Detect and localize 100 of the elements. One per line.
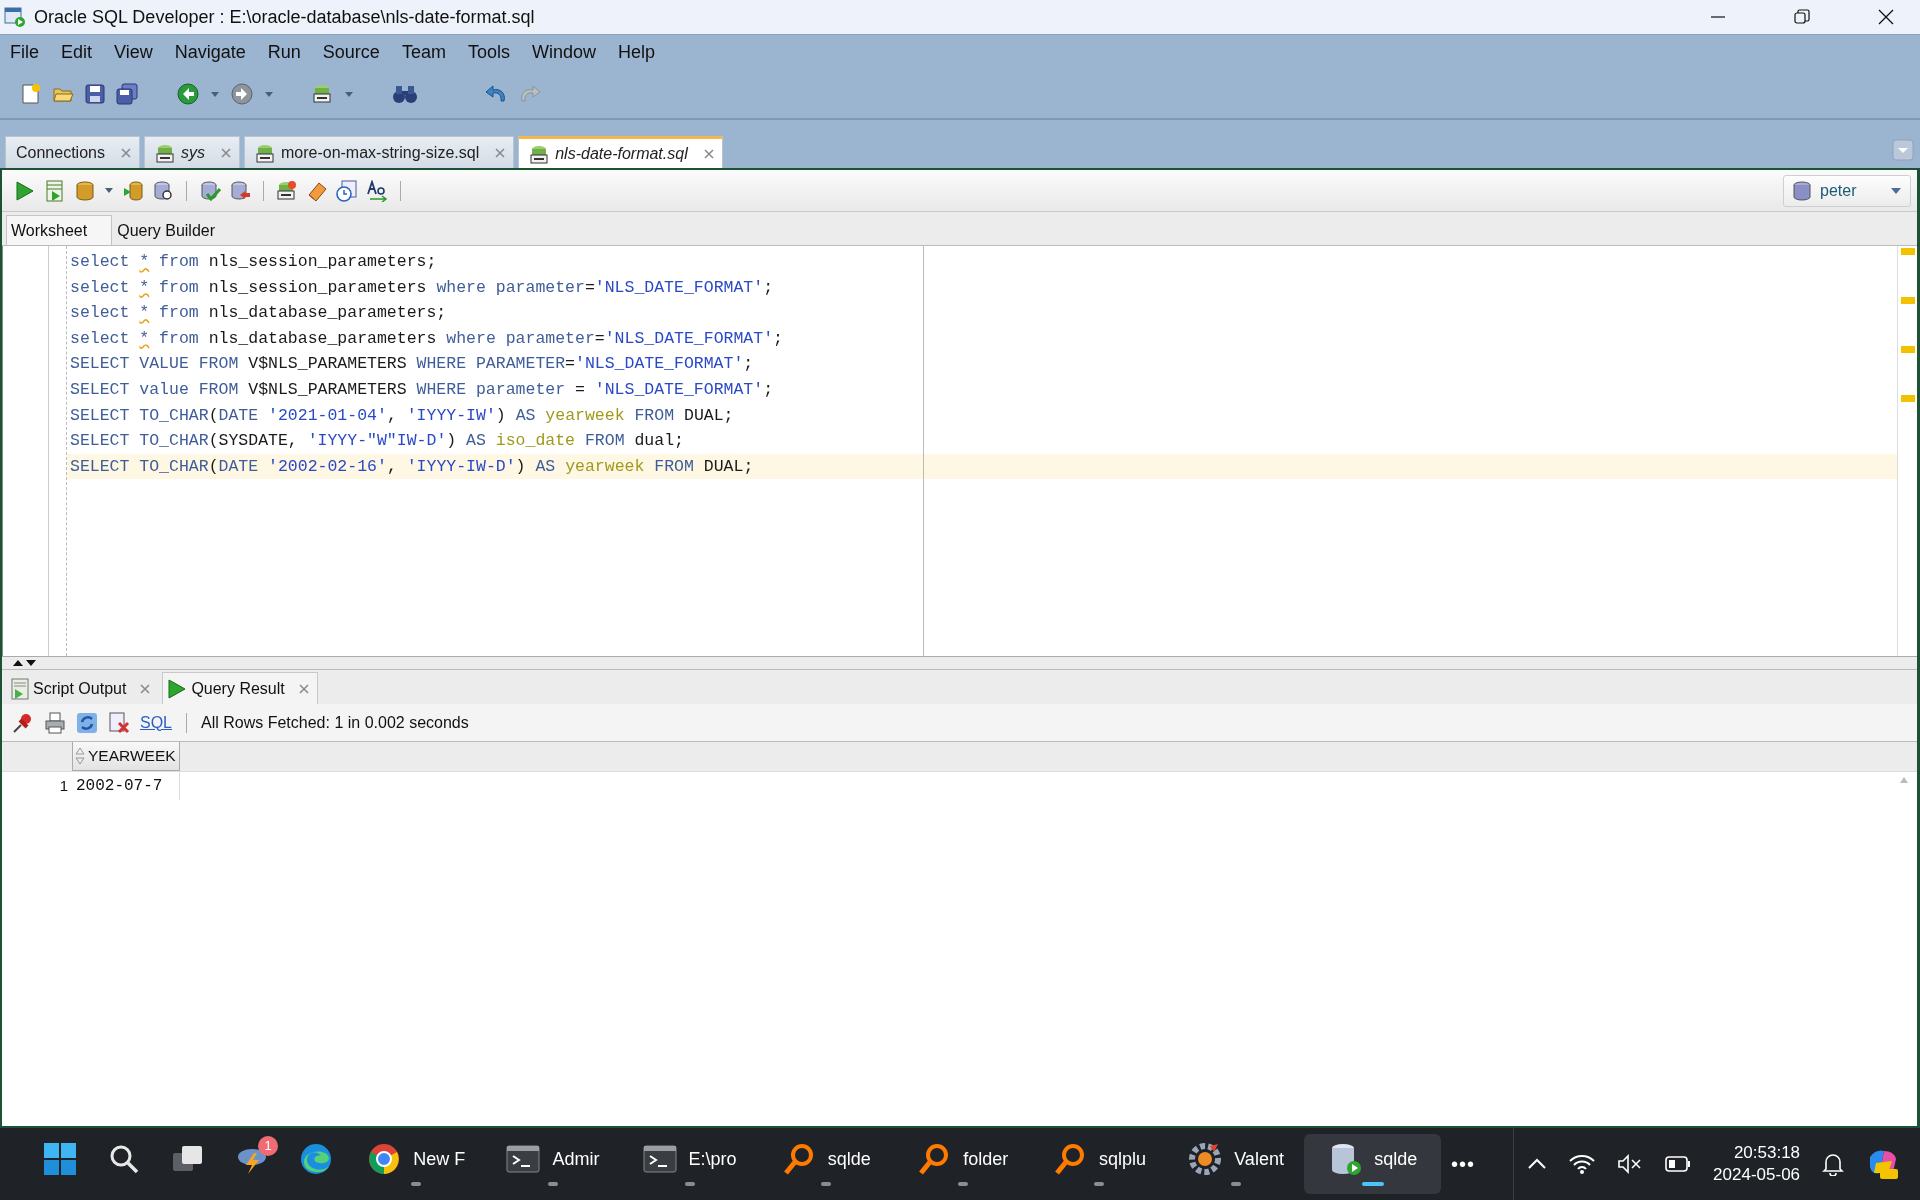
print-icon[interactable] [44, 711, 66, 734]
caret-icon[interactable] [344, 90, 354, 98]
refresh-icon[interactable] [76, 711, 98, 734]
window-title: Oracle SQL Developer : E:\oracle-database\nls-date-format.sql [34, 5, 535, 29]
sql-database-icon[interactable] [312, 83, 334, 105]
notification-badge: 1 [258, 1136, 278, 1156]
sql-link[interactable]: SQL [140, 710, 172, 735]
magnifier-icon[interactable] [1052, 1142, 1087, 1176]
caret-icon[interactable] [104, 187, 114, 194]
gear-icon[interactable] [1188, 1142, 1223, 1176]
database-icon[interactable] [74, 179, 96, 202]
document-tab[interactable]: nls-date-format.sql [518, 136, 723, 168]
battery-icon[interactable] [1665, 1155, 1692, 1173]
menu-item[interactable]: Window [531, 39, 596, 66]
output-tab[interactable]: Query Result [162, 672, 318, 704]
sort-icon [75, 747, 85, 765]
taskbar-app-label: sqlplu [1098, 1147, 1146, 1171]
bell-icon[interactable] [1822, 1152, 1845, 1176]
menu-item[interactable]: Tools [467, 39, 510, 66]
code-line: SELECT TO_CHAR(SYSDATE, 'IYYY-"W"IW-D') AS iso_date FROM dual; [69, 430, 685, 453]
menu-item[interactable]: File [10, 39, 39, 66]
terminal-icon[interactable] [506, 1142, 541, 1176]
script-icon [11, 677, 29, 700]
muted-speaker-icon[interactable] [1617, 1154, 1644, 1174]
menu-item[interactable]: Run [267, 39, 301, 66]
code-line: select * from nls_database_parameters where parameter='NLS_DATE_FORMAT'; [69, 327, 784, 350]
menu-item[interactable]: Help [617, 39, 655, 66]
start-icon[interactable] [43, 1142, 77, 1176]
app-icon [4, 6, 26, 28]
document-tab[interactable]: Connections [5, 136, 140, 168]
delete-icon[interactable] [108, 711, 130, 734]
caret-icon[interactable] [210, 90, 220, 98]
document-tab[interactable]: sys [143, 136, 240, 168]
code-line: SELECT VALUE FROM V$NLS_PARAMETERS WHERE PARAMETER='NLS_DATE_FORMAT'; [69, 353, 755, 376]
back-icon[interactable] [176, 82, 200, 106]
taskbar-app-label: Admir [552, 1147, 600, 1171]
chevron-up-icon[interactable] [1527, 1158, 1548, 1170]
status-text: All Rows Fetched: 1 in 0.002 seconds [201, 712, 469, 733]
taskbar-app-label: E:\pro [688, 1147, 737, 1171]
forward-icon[interactable] [230, 82, 254, 106]
run-icon [167, 677, 188, 700]
database-icon [1792, 179, 1814, 202]
caret-icon [1890, 186, 1902, 195]
code-line: SELECT TO_CHAR(DATE '2021-01-04', 'IYYY-IW') AS yearweek FROM DUAL; [69, 404, 735, 427]
menu-item[interactable]: Edit [61, 39, 93, 66]
warning-marker[interactable] [1900, 346, 1915, 353]
rollback-icon[interactable] [229, 179, 251, 202]
editor-tab[interactable]: Worksheet [6, 215, 113, 245]
menu-item[interactable]: Source [322, 39, 380, 66]
menu-item[interactable]: Navigate [174, 39, 246, 66]
run-icon[interactable] [14, 179, 36, 202]
task-view-icon[interactable] [172, 1145, 204, 1173]
restore-icon[interactable] [1794, 9, 1810, 25]
clock[interactable]: 20:53:18 2024-05-06 [1713, 1141, 1801, 1187]
warning-marker[interactable] [1900, 395, 1915, 402]
document-tab[interactable]: more-on-max-string-size.sql [243, 136, 515, 168]
database-tree-icon[interactable] [122, 179, 144, 202]
warning-marker[interactable] [1900, 248, 1915, 255]
magnifier-icon[interactable] [781, 1142, 816, 1176]
new-file-icon[interactable] [20, 83, 42, 105]
pin-icon[interactable] [12, 711, 34, 734]
taskbar-app-label: folder [963, 1147, 1009, 1171]
menu-item[interactable]: View [114, 39, 153, 66]
table-cell: 2002-07-7 [72, 772, 180, 800]
sql-gear-icon[interactable] [276, 179, 298, 202]
sql-database-icon [154, 142, 175, 163]
code-line: select * from nls_session_parameters; [69, 251, 438, 273]
taskbar-app-label: New F [413, 1147, 466, 1171]
more-apps-button[interactable]: ••• [1451, 1149, 1475, 1179]
database-search-icon[interactable] [152, 179, 174, 202]
binoculars-icon[interactable] [392, 83, 418, 105]
run-script-icon[interactable] [44, 179, 66, 202]
search-icon[interactable] [109, 1144, 139, 1174]
undo-icon[interactable] [484, 83, 508, 105]
wifi-icon[interactable] [1569, 1154, 1596, 1174]
code-line: SELECT value FROM V$NLS_PARAMETERS WHERE parameter = 'NLS_DATE_FORMAT'; [69, 378, 775, 401]
taskbar-app-label: Valent [1234, 1147, 1284, 1171]
save-all-icon[interactable] [116, 83, 138, 105]
taskbar-app-label: sqlde [827, 1147, 871, 1171]
sql-database-icon [529, 143, 550, 164]
code-line: select * from nls_database_parameters; [69, 302, 448, 325]
column-header[interactable]: YEARWEEK [72, 742, 180, 771]
browser-icon[interactable] [299, 1142, 333, 1176]
caret-icon[interactable] [264, 90, 274, 98]
browser-icon[interactable] [367, 1142, 402, 1176]
commit-icon[interactable] [199, 179, 221, 202]
menu-item[interactable]: Team [401, 39, 446, 66]
history-icon[interactable] [336, 179, 358, 202]
save-icon[interactable] [84, 83, 106, 105]
warning-marker[interactable] [1900, 297, 1915, 304]
close-icon[interactable] [1878, 9, 1894, 25]
code-line: select * from nls_session_parameters where parameter='NLS_DATE_FORMAT'; [69, 276, 775, 299]
editor-tab[interactable]: Query Builder [112, 215, 240, 245]
sql-database-icon [254, 142, 275, 163]
taskbar-app-label: sqlde [1374, 1147, 1418, 1171]
connection-selector[interactable]: peter [1783, 174, 1911, 207]
format-icon[interactable] [366, 179, 388, 202]
output-tab[interactable]: Script Output [6, 672, 160, 704]
terminal-icon[interactable] [642, 1142, 677, 1176]
row-number: 1 [58, 775, 69, 796]
